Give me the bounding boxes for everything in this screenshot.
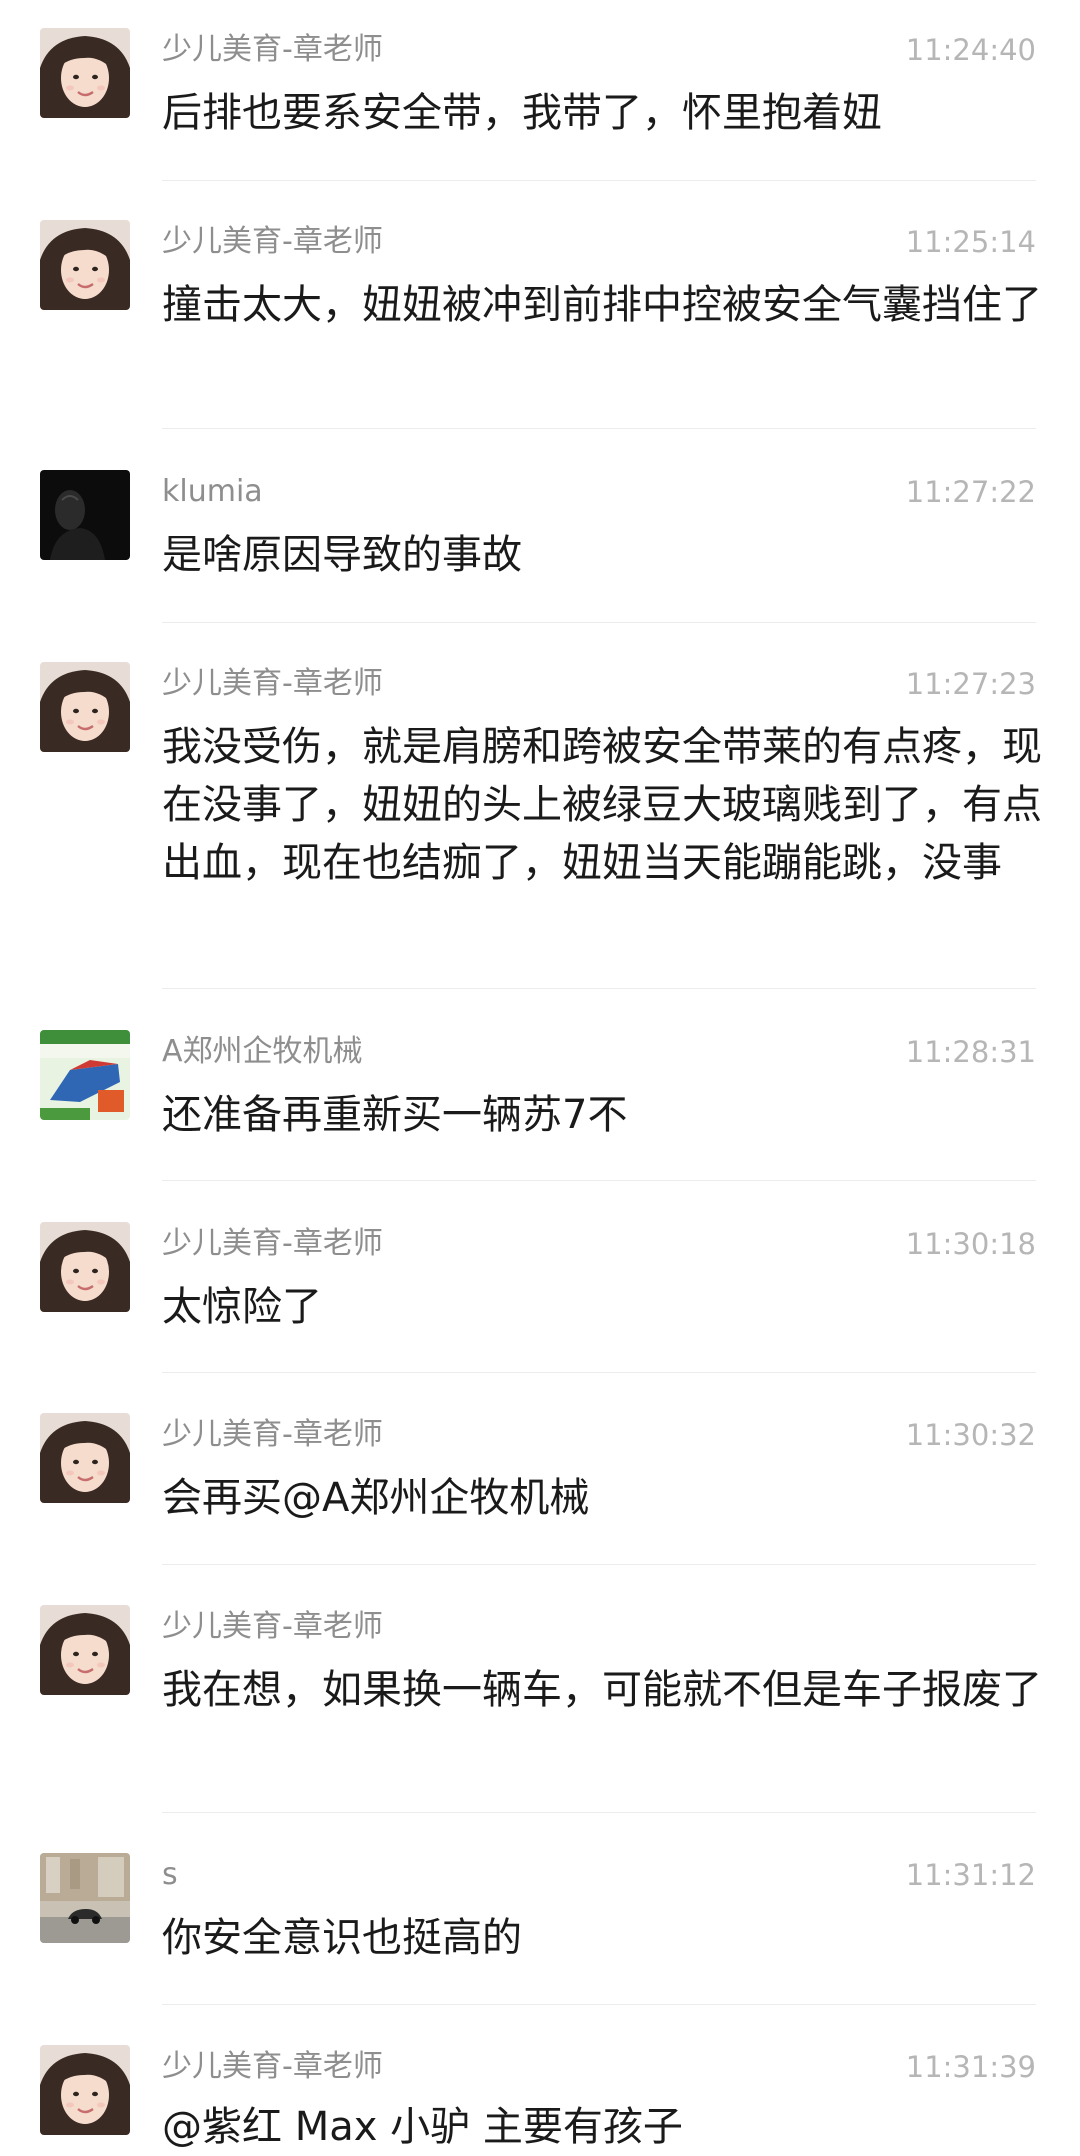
- sender-name: 少儿美育-章老师: [162, 224, 383, 259]
- avatar[interactable]: [40, 2045, 130, 2135]
- avatar[interactable]: [40, 662, 130, 752]
- message-divider: [162, 622, 1036, 623]
- message-divider: [162, 1372, 1036, 1373]
- girl-avatar-icon: [40, 28, 130, 118]
- sender-name: 少儿美育-章老师: [162, 2049, 383, 2084]
- sender-name: 少儿美育-章老师: [162, 666, 383, 701]
- avatar[interactable]: [40, 1222, 130, 1312]
- girl-avatar-icon: [40, 220, 130, 310]
- street-avatar-icon: [40, 1853, 130, 1943]
- message-time: 11:30:32: [905, 1418, 1036, 1452]
- message-time: 11:25:14: [905, 225, 1036, 259]
- avatar[interactable]: [40, 1030, 130, 1120]
- message-time: 11:31:12: [905, 1858, 1036, 1892]
- message-divider: [162, 1180, 1036, 1181]
- message-time: 11:28:31: [905, 1035, 1036, 1069]
- message-text: 我在想，如果换一辆车，可能就不但是车子报废了: [162, 1667, 1042, 1713]
- message-text: @紫红 Max 小驴 主要有孩子: [162, 2104, 683, 2150]
- machine-avatar-icon: [40, 1030, 130, 1120]
- message-divider: [162, 1812, 1036, 1813]
- sender-name: 少儿美育-章老师: [162, 1609, 383, 1644]
- message-divider: [162, 2004, 1036, 2005]
- girl-avatar-icon: [40, 1605, 130, 1695]
- message-text: 太惊险了: [162, 1284, 322, 1330]
- sender-name: 少儿美育-章老师: [162, 1226, 383, 1261]
- message-text: 撞击太大，妞妞被冲到前排中控被安全气囊挡住了: [162, 282, 1042, 328]
- message-text: 是啥原因导致的事故: [162, 532, 522, 578]
- message-time: 11:27:23: [905, 667, 1036, 701]
- sender-name: klumia: [162, 474, 263, 509]
- avatar[interactable]: [40, 220, 130, 310]
- sender-name: 少儿美育-章老师: [162, 32, 383, 67]
- avatar[interactable]: [40, 1605, 130, 1695]
- message-text: 后排也要系安全带，我带了，怀里抱着妞: [162, 90, 882, 136]
- message-divider: [162, 1564, 1036, 1565]
- sender-name: s: [162, 1857, 178, 1892]
- message-time: 11:27:22: [905, 475, 1036, 509]
- dark-avatar-icon: [40, 470, 130, 560]
- sender-name: A郑州企牧机械: [162, 1034, 363, 1069]
- girl-avatar-icon: [40, 2045, 130, 2135]
- chat-message-list[interactable]: 少儿美育-章老师 11:24:40 后排也要系安全带，我带了，怀里抱着妞 少儿美…: [0, 0, 1080, 2156]
- message-time: 11:30:18: [905, 1227, 1036, 1261]
- avatar[interactable]: [40, 1413, 130, 1503]
- message-divider: [162, 988, 1036, 989]
- girl-avatar-icon: [40, 662, 130, 752]
- avatar[interactable]: [40, 28, 130, 118]
- message-divider: [162, 428, 1036, 429]
- message-text: 会再买@A郑州企牧机械: [162, 1475, 590, 1521]
- girl-avatar-icon: [40, 1413, 130, 1503]
- message-text: 你安全意识也挺高的: [162, 1915, 522, 1961]
- avatar[interactable]: [40, 470, 130, 560]
- avatar[interactable]: [40, 1853, 130, 1943]
- message-divider: [162, 180, 1036, 181]
- message-time: 11:24:40: [905, 33, 1036, 67]
- girl-avatar-icon: [40, 1222, 130, 1312]
- message-time: 11:31:39: [905, 2050, 1036, 2084]
- message-text: 还准备再重新买一辆苏7不: [162, 1092, 628, 1138]
- message-text: 我没受伤，就是肩膀和跨被安全带莱的有点疼，现在没事了，妞妞的头上被绿豆大玻璃贱到…: [162, 724, 1042, 886]
- sender-name: 少儿美育-章老师: [162, 1417, 383, 1452]
